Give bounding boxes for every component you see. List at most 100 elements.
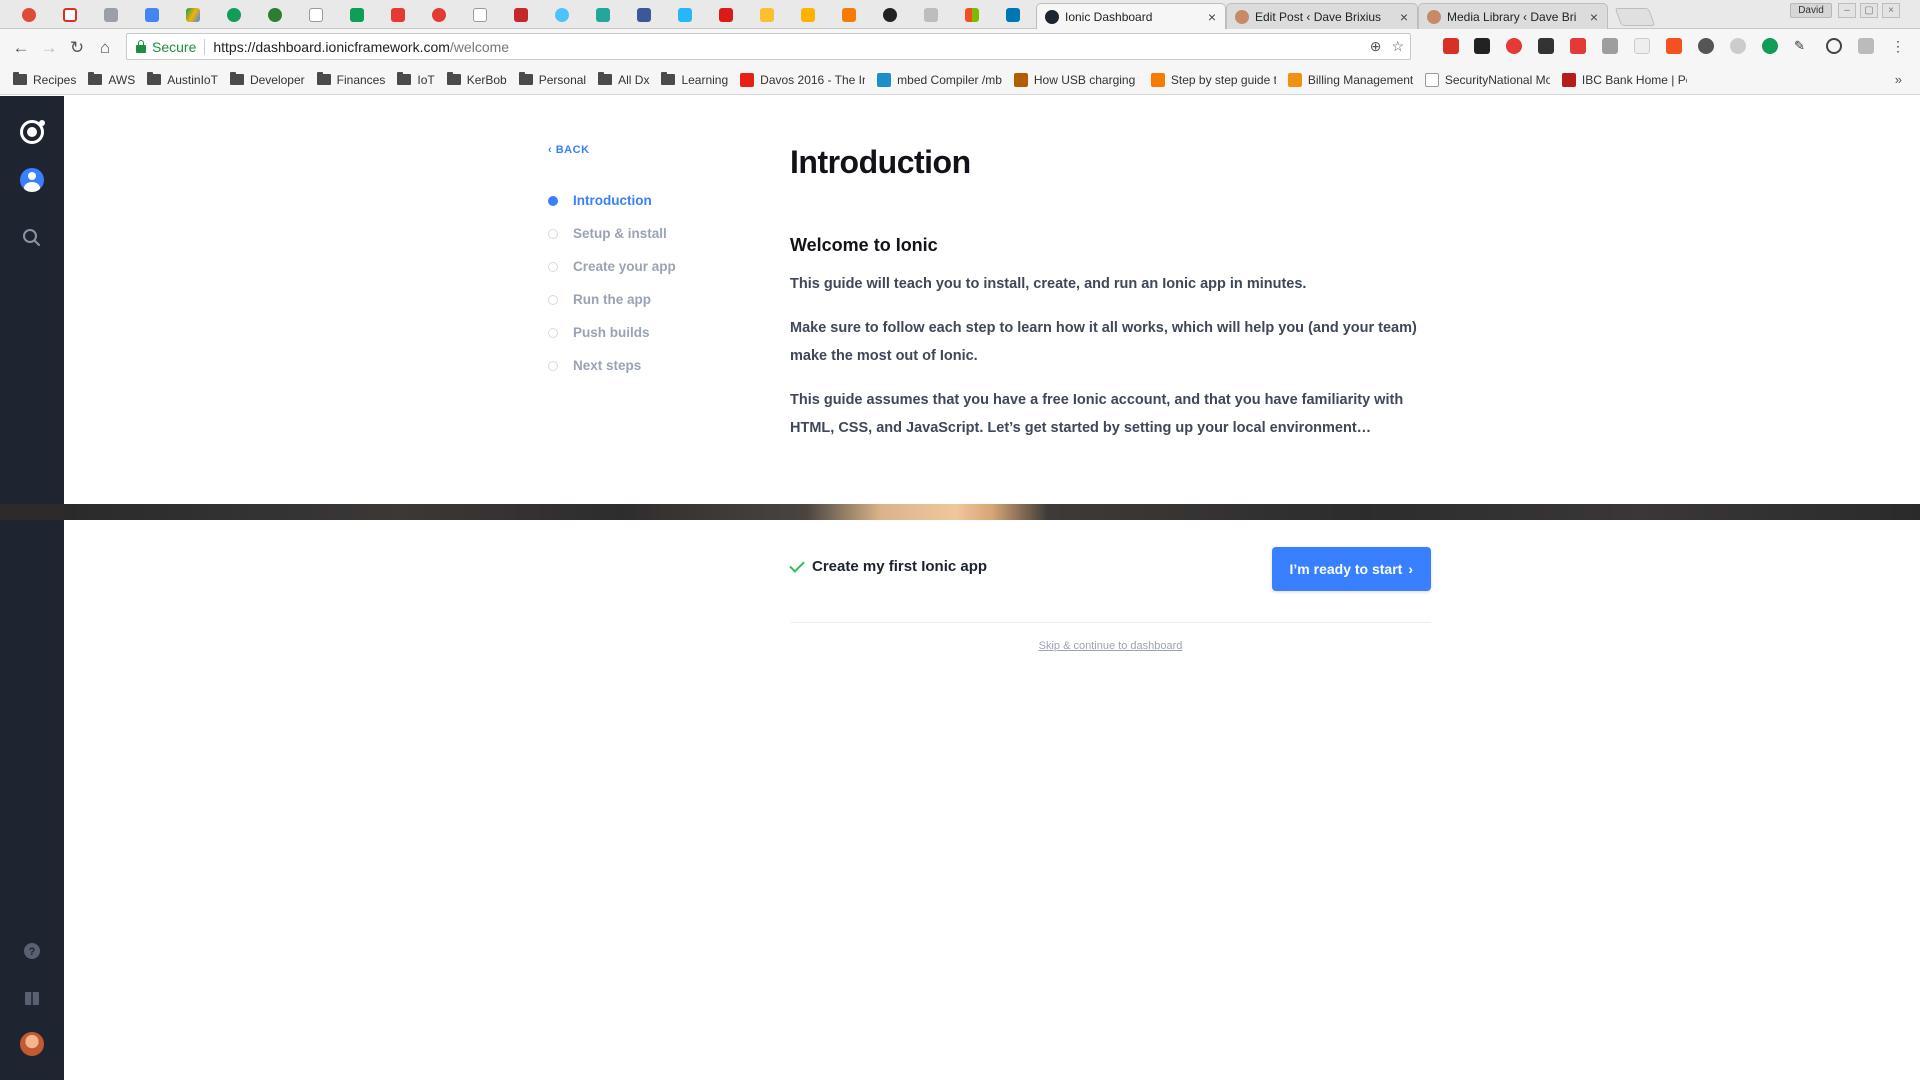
step-run-the-app[interactable]: Run the app: [548, 291, 676, 324]
tab-edit-post[interactable]: Edit Post ‹ Dave Brixius ×: [1226, 3, 1418, 29]
step-next-steps[interactable]: Next steps: [548, 357, 676, 390]
gmail-checker-icon[interactable]: [1443, 38, 1459, 54]
pinned-tab-facebook[interactable]: [631, 3, 657, 27]
pinned-tab-app[interactable]: [262, 3, 288, 27]
profile-button[interactable]: David: [1790, 3, 1832, 18]
task-label: Create my first Ionic app: [812, 558, 988, 575]
translate-icon[interactable]: ⊕: [1370, 38, 1382, 55]
step-setup-install[interactable]: Setup & install: [548, 225, 676, 258]
bookmark-securitynational[interactable]: SecurityNational Mo: [1424, 72, 1550, 87]
address-bar[interactable]: Secure https://dashboard.ionicframework.…: [126, 33, 1411, 60]
bookmark-kerbob[interactable]: KerBob: [446, 72, 507, 87]
pinned-tab-app8[interactable]: [754, 3, 780, 27]
url-path: /welcome: [449, 38, 510, 55]
bookmark-personal[interactable]: Personal: [518, 72, 586, 87]
extension-icon[interactable]: [1762, 38, 1778, 54]
pinned-tab-microsoft[interactable]: [959, 3, 985, 27]
help-icon[interactable]: ?: [20, 939, 44, 963]
bookmark-star-icon[interactable]: ☆: [1391, 38, 1404, 55]
pinned-tab-inbox[interactable]: [98, 3, 124, 27]
pinned-tab-hangouts[interactable]: [221, 3, 247, 27]
extension-icon[interactable]: [1602, 38, 1618, 54]
bookmark-billing[interactable]: Billing Management: [1287, 72, 1413, 87]
pinned-tab-linkedin[interactable]: [1000, 3, 1026, 27]
pinned-tab-app4[interactable]: [508, 3, 534, 27]
ionic-logo-icon[interactable]: [20, 120, 45, 144]
skip-link[interactable]: Skip & continue to dashboard: [790, 640, 1431, 652]
pinned-tab-gmail[interactable]: [57, 3, 83, 27]
search-icon[interactable]: [20, 226, 44, 250]
reload-icon[interactable]: ↻: [66, 37, 88, 59]
docs-book-icon[interactable]: [20, 987, 44, 1011]
new-tab-button[interactable]: [1614, 8, 1656, 26]
pinned-tab-app5[interactable]: [549, 3, 575, 27]
speed-icon[interactable]: [1826, 38, 1842, 54]
app-icon: [514, 8, 528, 22]
step-label: Run the app: [573, 292, 651, 307]
bookmark-all-dx[interactable]: All Dx: [598, 72, 649, 87]
extension-icon[interactable]: [1858, 38, 1874, 54]
tab-ionic-dashboard[interactable]: Ionic Dashboard ×: [1036, 3, 1226, 30]
more-bookmarks-icon[interactable]: »: [1895, 72, 1902, 87]
pinned-tab-drive[interactable]: [180, 3, 206, 27]
opera-icon[interactable]: [1506, 38, 1522, 54]
bookmark-label: AustinIoT: [167, 72, 218, 87]
pin-icon[interactable]: ✎: [1794, 38, 1810, 54]
step-dot-icon: [548, 295, 558, 305]
pinned-tab-app2[interactable]: [385, 3, 411, 27]
todoist-icon[interactable]: [1570, 38, 1586, 54]
screencast-icon[interactable]: [1666, 38, 1682, 54]
pinned-tab-app10[interactable]: [918, 3, 944, 27]
pinned-tab-doc[interactable]: [303, 3, 329, 27]
bookmark-learning[interactable]: Learning: [661, 72, 728, 87]
pinned-tab-app9[interactable]: [795, 3, 821, 27]
buffer-icon[interactable]: [1474, 38, 1490, 54]
angular-batarang-icon[interactable]: [1730, 38, 1746, 54]
account-icon[interactable]: [20, 168, 44, 192]
pinned-tab-app6[interactable]: [590, 3, 616, 27]
app-icon: [555, 8, 569, 22]
back-arrow-icon[interactable]: ←: [10, 37, 32, 59]
pinned-tab-analytics[interactable]: [836, 3, 862, 27]
pinned-tab-app7[interactable]: [672, 3, 698, 27]
back-link[interactable]: ‹ BACK: [548, 144, 590, 156]
bookmark-developer[interactable]: Developer: [229, 72, 305, 87]
extension-icon[interactable]: [1634, 38, 1650, 54]
bookmark-finances[interactable]: Finances: [316, 72, 385, 87]
maximize-button[interactable]: ▢: [1860, 3, 1878, 18]
pinned-tab-google-plus[interactable]: [16, 3, 42, 27]
pinned-tab-github[interactable]: [877, 3, 903, 27]
bookmark-usb-charging[interactable]: How USB charging v: [1013, 72, 1139, 87]
step-create-your-app[interactable]: Create your app: [548, 258, 676, 291]
minimize-button[interactable]: –: [1838, 3, 1856, 18]
bookmark-davos[interactable]: Davos 2016 - The In: [740, 72, 865, 87]
pinned-tab-calendar[interactable]: [139, 3, 165, 27]
close-icon[interactable]: ×: [1397, 9, 1411, 25]
forward-arrow-icon[interactable]: →: [38, 37, 60, 59]
bookmark-mbed[interactable]: mbed Compiler /mb: [877, 72, 1002, 87]
extension-icon[interactable]: [1538, 38, 1554, 54]
step-introduction[interactable]: Introduction: [548, 192, 676, 225]
step-push-builds[interactable]: Push builds: [548, 324, 676, 357]
pinned-tab-sheets[interactable]: [344, 3, 370, 27]
bookmark-austiniot[interactable]: AustinIoT: [147, 72, 218, 87]
close-icon[interactable]: ×: [1587, 9, 1601, 25]
folder-icon: [88, 72, 103, 85]
bookmark-aws[interactable]: AWS: [88, 72, 135, 87]
home-icon[interactable]: ⌂: [94, 37, 116, 59]
pinned-tab-doc2[interactable]: [467, 3, 493, 27]
pinned-tab-app3[interactable]: [426, 3, 452, 27]
avatar[interactable]: [20, 1032, 44, 1056]
tab-media-library[interactable]: Media Library ‹ Dave Bri ×: [1418, 3, 1608, 29]
menu-icon[interactable]: ⋮: [1890, 38, 1906, 54]
close-icon[interactable]: ×: [1205, 9, 1219, 25]
bookmark-iot[interactable]: IoT: [397, 72, 435, 87]
ready-to-start-button[interactable]: I’m ready to start ›: [1271, 547, 1431, 591]
bookmark-ibc-bank[interactable]: IBC Bank Home | Pe: [1561, 72, 1687, 87]
bookmark-step-by-step[interactable]: Step by step guide t: [1150, 72, 1276, 87]
pinned-tab-angular[interactable]: [713, 3, 739, 27]
bookmark-recipes[interactable]: Recipes: [13, 72, 76, 87]
window-close-button[interactable]: ×: [1882, 3, 1900, 18]
tab-label: Edit Post ‹ Dave Brixius: [1255, 9, 1382, 24]
gear-icon[interactable]: [1698, 38, 1714, 54]
